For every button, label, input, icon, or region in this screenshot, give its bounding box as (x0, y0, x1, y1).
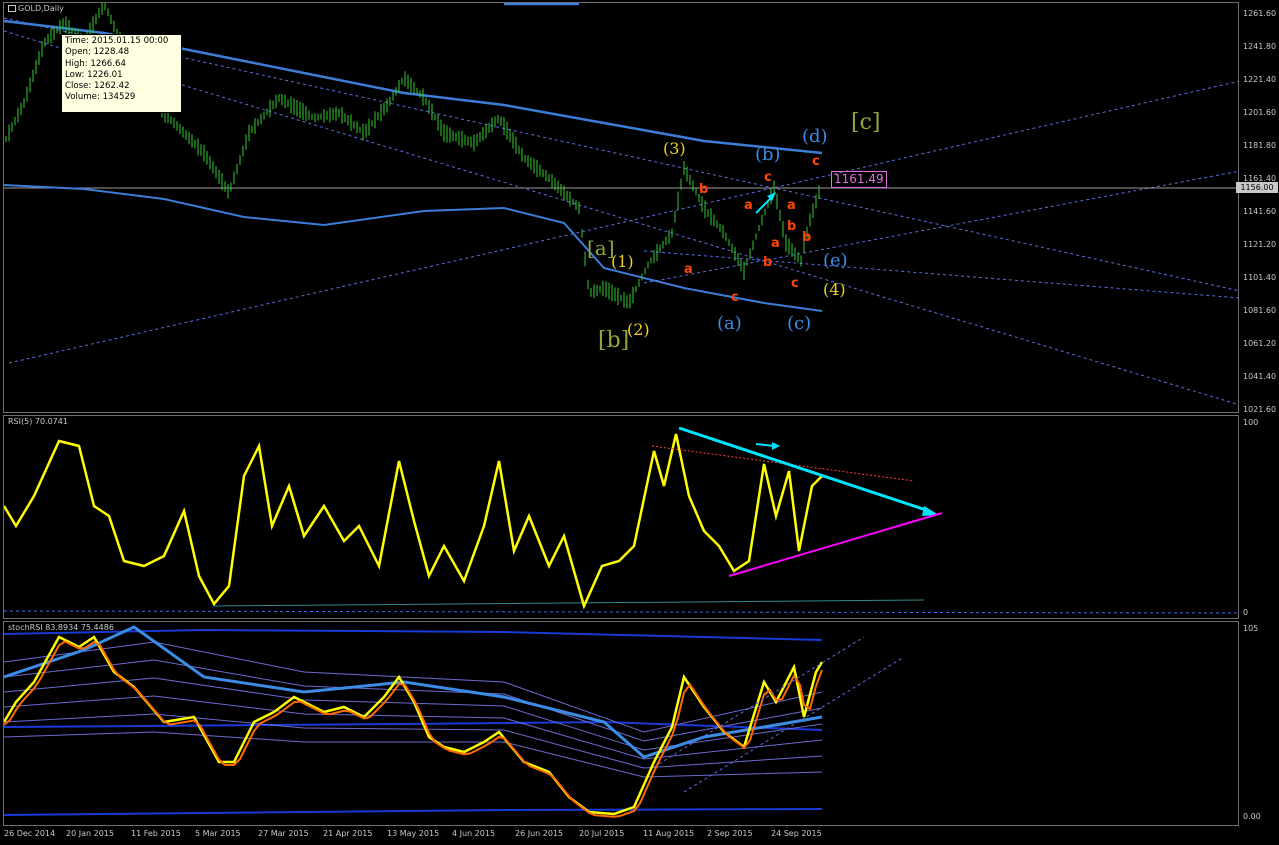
trend-line-upper (4, 17, 1238, 292)
rsi-magenta-support (728, 512, 943, 577)
price-tick-label: 1061.20 (1243, 339, 1277, 348)
stochrsi-level-top: 105 (1243, 624, 1259, 633)
rsi-small-arrowhead (772, 442, 780, 450)
subwave-label-c: c (731, 290, 739, 305)
subwave-label-b: b (699, 182, 709, 197)
tooltip-volume: Volume: 134529 (65, 92, 136, 103)
subwave-label-a: a (787, 198, 796, 213)
price-tick-label: 1121.20 (1243, 240, 1277, 249)
time-tick-label: 27 Mar 2015 (258, 829, 309, 838)
stoch-envelope-line (4, 641, 823, 733)
chart-title: GOLD,Daily (8, 4, 64, 13)
price-tick-label: 1021.60 (1243, 405, 1277, 414)
subwave-label-c: c (812, 154, 820, 169)
time-tick-label: 26 Jun 2015 (515, 829, 564, 838)
price-tick-label: 1081.60 (1243, 306, 1277, 315)
tooltip-high: High: 1266.64 (65, 58, 126, 69)
wave-label-d: (d) (802, 126, 828, 147)
price-tick-label: 1041.40 (1243, 372, 1277, 381)
subwave-label-b: b (787, 219, 797, 234)
rsi-cyan-trend (678, 426, 930, 513)
subwave-label-a: a (684, 262, 693, 277)
time-tick-label: 13 May 2015 (387, 829, 440, 838)
wave-label-4: (4) (823, 280, 846, 299)
time-tick-label: 24 Sep 2015 (771, 829, 822, 838)
time-tick-label: 11 Feb 2015 (131, 829, 181, 838)
rsi-pane[interactable]: RSI(5) 70.0741 (3, 415, 1239, 619)
tooltip-time: Time: 2015.01.15 00:00 (65, 36, 169, 46)
time-tick-label: 20 Jul 2015 (579, 829, 625, 838)
time-tick-label: 2 Sep 2015 (707, 829, 753, 838)
rsi-line (4, 433, 823, 610)
wave-label-1: (1) (611, 252, 634, 271)
subwave-label-c: c (791, 276, 799, 291)
time-tick-label: 20 Jan 2015 (66, 829, 114, 838)
stoch-ma-line (4, 625, 823, 759)
stochrsi-level-bottom: 0.00 (1243, 812, 1261, 821)
rsi-bottom-dotted (4, 610, 1238, 614)
tooltip-low: Low: 1226.01 (65, 69, 123, 80)
time-tick-label: 26 Dec 2014 (4, 829, 56, 838)
wave-label-c: (c) (787, 313, 812, 334)
subwave-label-c: c (764, 170, 772, 185)
time-tick-label: 11 Aug 2015 (643, 829, 695, 838)
wave-label-big-b: [b] (598, 328, 630, 353)
rsi-baseline (213, 599, 925, 607)
price-tick-label: 1261.60 (1243, 9, 1277, 18)
subwave-label-a: a (744, 198, 753, 213)
subwave-label-b: b (802, 230, 812, 245)
rsi-small-arrow (755, 443, 775, 447)
stoch-band-bottom (4, 808, 823, 816)
stoch-envelope-line (4, 713, 823, 769)
time-tick-label: 5 Mar 2015 (195, 829, 241, 838)
tooltip-close: Close: 1262.42 (65, 81, 130, 92)
stochrsi-pane[interactable]: stochRSI 83.8934 75.4486 (3, 621, 1239, 826)
price-tick-label: 1101.40 (1243, 273, 1277, 282)
chart-symbol-label: GOLD,Daily (18, 4, 64, 13)
rsi-level-top: 100 (1243, 418, 1259, 427)
rsi-title: RSI(5) 70.0741 (8, 417, 68, 426)
ma-band-lower (4, 184, 823, 312)
wave-label-2: (2) (627, 320, 650, 339)
trend-line-rising (8, 80, 1238, 364)
wave-label-e: (e) (823, 250, 848, 271)
subwave-label-b: b (763, 255, 773, 270)
wave-label-b: (b) (755, 144, 781, 165)
wave-label-3: (3) (663, 139, 686, 158)
price-tick-label: 1221.40 (1243, 75, 1277, 84)
price-tick-label: 1141.60 (1243, 207, 1277, 216)
rsi-level-bottom: 0 (1243, 608, 1249, 617)
stochrsi-title: stochRSI 83.8934 75.4486 (8, 623, 114, 632)
ohlc-tooltip: Time: 2015.01.15 00:00 Open: 1228.48 Hig… (61, 34, 182, 113)
wave-label-big-c: [c] (851, 110, 881, 135)
subwave-label-a: a (771, 236, 780, 251)
price-tick-label: 1201.60 (1243, 108, 1277, 117)
time-tick-label: 4 Jun 2015 (452, 829, 496, 838)
stoch-envelope-line (4, 695, 823, 760)
price-tick-label: 1181.80 (1243, 141, 1277, 150)
tooltip-open: Open: 1228.48 (65, 47, 130, 58)
rsi-canvas (4, 426, 1238, 614)
wave-label-a: (a) (717, 313, 742, 334)
time-tick-label: 21 Apr 2015 (323, 829, 373, 838)
price-tick-label: 1241.80 (1243, 42, 1277, 51)
chart-window-icon (8, 5, 16, 12)
current-price-tag: 1156.00 (1236, 182, 1278, 193)
last-price-box: 1161.49 (831, 171, 887, 188)
stochrsi-canvas (4, 625, 905, 818)
